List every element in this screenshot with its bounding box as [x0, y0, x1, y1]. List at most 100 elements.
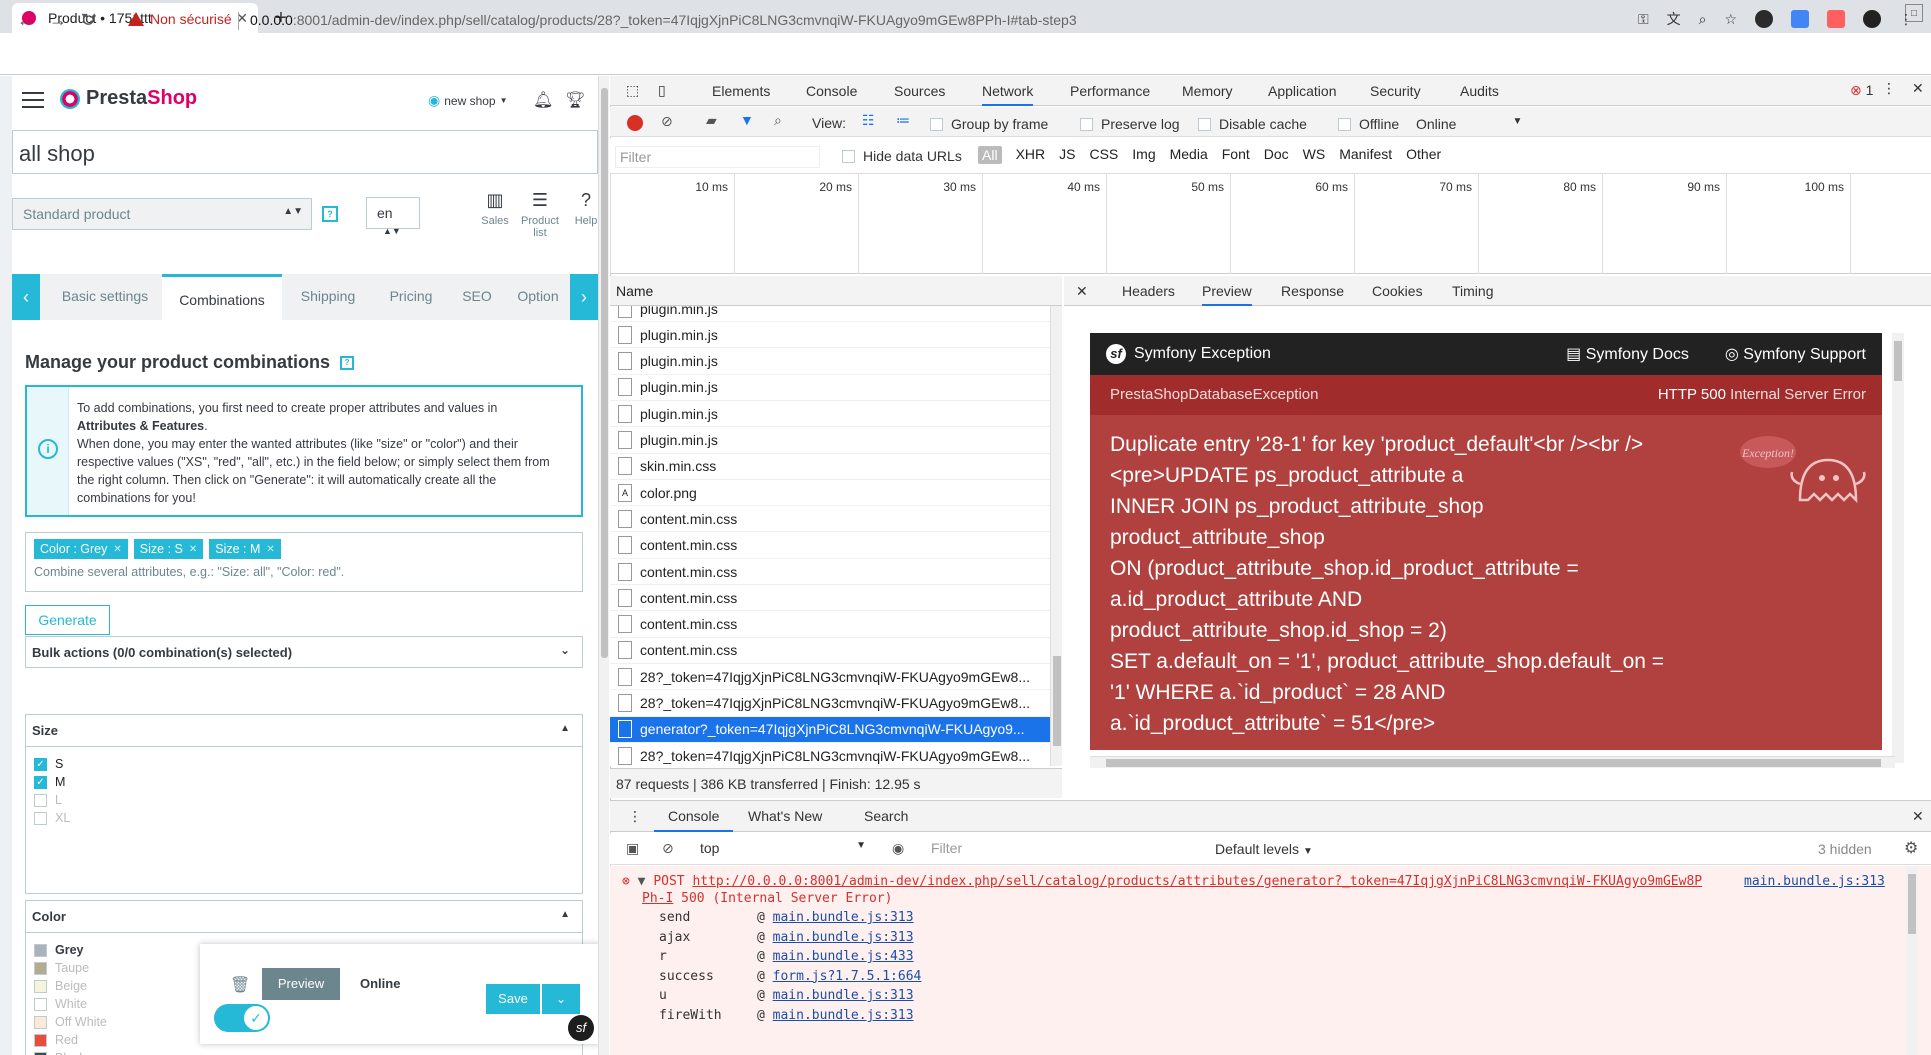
checkbox-checked[interactable]: ✓ [34, 775, 47, 789]
drawer-menu-icon[interactable]: ⋮ [628, 800, 642, 832]
detail-tab-timing[interactable]: Timing [1452, 276, 1494, 306]
request-row[interactable]: generator?_token=47IqjgXjnPiC8LNG3cmvnqi… [610, 716, 1050, 743]
symfony-docs-link[interactable]: ▤ Symfony Docs [1566, 344, 1689, 364]
devtools-menu-icon[interactable]: ⋮ [1882, 80, 1896, 97]
type-filter-css[interactable]: CSS [1089, 146, 1118, 164]
stack-frame-link[interactable]: main.bundle.js:313 [773, 1008, 914, 1023]
help-icon[interactable]: ? [322, 206, 338, 222]
address-bar[interactable]: 0.0.0.0:8001/admin-dev/index.php/sell/ca… [250, 12, 1077, 28]
name-column-header[interactable]: Name [610, 276, 1062, 306]
network-filter-input[interactable]: Filter [615, 146, 820, 168]
console-filter-input[interactable]: Filter [925, 838, 1195, 860]
type-filter-doc[interactable]: Doc [1264, 146, 1289, 164]
stack-frame-source[interactable]: @ main.bundle.js:313 [757, 930, 914, 945]
color-swatch[interactable] [34, 1015, 47, 1029]
symfony-support-link[interactable]: ◎ Symfony Support [1725, 344, 1866, 364]
detail-tab-preview[interactable]: Preview [1202, 276, 1252, 306]
tag-remove-icon[interactable]: ✕ [266, 544, 274, 555]
checkbox[interactable] [1080, 117, 1093, 131]
color-option[interactable]: Grey [34, 943, 84, 957]
zoom-icon[interactable]: ⌕ [1699, 11, 1707, 28]
product-type-select[interactable]: Standard product ▲▼ [12, 198, 312, 230]
left-scrollbar[interactable] [598, 76, 609, 1055]
error-source[interactable]: main.bundle.js:313 [1744, 874, 1885, 889]
help-icon[interactable]: ? [340, 355, 355, 370]
profile-avatar[interactable] [1863, 10, 1881, 28]
devtools-tab-application[interactable]: Application [1268, 76, 1337, 106]
tab-pricing[interactable]: Pricing [376, 274, 446, 320]
stack-frame-link[interactable]: main.bundle.js:433 [773, 949, 914, 964]
request-row[interactable]: content.min.css [610, 506, 1050, 533]
devtools-tab-console[interactable]: Console [806, 76, 857, 106]
color-option[interactable]: Taupe [34, 961, 89, 975]
close-devtools-icon[interactable]: ✕ [1912, 80, 1924, 97]
preview-button[interactable]: Preview [262, 968, 340, 1000]
inspect-element-icon[interactable]: ⬚ [626, 82, 639, 99]
stack-frame-source[interactable]: @ main.bundle.js:313 [757, 1008, 914, 1023]
tab-shipping[interactable]: Shipping [286, 274, 370, 320]
type-filter-font[interactable]: Font [1222, 146, 1250, 164]
filter-funnel-icon[interactable]: ▼ [740, 112, 754, 128]
request-row[interactable]: plugin.min.js [610, 428, 1050, 454]
drawer-tab-whats-new[interactable]: What's New [748, 800, 822, 832]
tabs-prev-chevron-icon[interactable]: ‹ [12, 274, 40, 320]
preview-scrollbar-horizontal[interactable] [1090, 756, 1895, 768]
tab-seo[interactable]: SEO [452, 274, 502, 320]
checkbox[interactable] [1198, 117, 1211, 131]
drawer-tab-console[interactable]: Console [654, 800, 734, 832]
type-filter-js[interactable]: JS [1059, 146, 1075, 164]
type-filter-other[interactable]: Other [1406, 146, 1441, 164]
trophy-icon[interactable]: 🏆︎ [565, 90, 585, 110]
stack-frame-source[interactable]: @ main.bundle.js:433 [757, 949, 914, 964]
request-row[interactable]: content.min.css [610, 533, 1050, 559]
tag-remove-icon[interactable]: ✕ [113, 544, 121, 555]
color-option[interactable]: Black [34, 1051, 86, 1055]
attribute-tag[interactable]: Size : S ✕ [133, 539, 204, 559]
language-select[interactable]: en ▲▼ [366, 197, 420, 236]
attribute-tag[interactable]: Color : Grey ✕ [34, 539, 128, 559]
console-scrollbar[interactable] [1906, 866, 1918, 1055]
reload-icon[interactable]: ↻ [76, 8, 100, 32]
checkbox[interactable] [930, 117, 943, 131]
clear-icon[interactable]: ⊘ [661, 113, 673, 130]
request-row[interactable]: content.min.css [610, 638, 1050, 664]
error-entry[interactable]: ⊗ ▼ POST http://0.0.0.0:8001/admin-dev/i… [622, 874, 1702, 889]
type-filter-xhr[interactable]: XHR [1016, 146, 1046, 164]
preview-scrollbar-vertical[interactable] [1892, 333, 1904, 763]
product-list-button[interactable]: ☰ Product list [515, 190, 565, 239]
type-filter-ws[interactable]: WS [1303, 146, 1326, 164]
checkbox[interactable] [842, 149, 855, 163]
color-option[interactable]: Red [34, 1033, 78, 1047]
request-row[interactable]: 28?_token=47IqjgXjnPiC8LNG3cmvnqiW-FKUAg… [610, 743, 1050, 766]
generate-button[interactable]: Generate [25, 605, 110, 635]
camera-icon[interactable]: ▰ [706, 112, 717, 129]
security-indicator[interactable]: Non sécurisé [128, 11, 232, 27]
checkbox[interactable] [34, 793, 47, 807]
symfony-toolbar-icon[interactable]: sf [568, 1015, 594, 1041]
type-filter-all[interactable]: All [978, 146, 1002, 164]
hide-data-urls-option[interactable]: Hide data URLs [842, 148, 962, 164]
size-option[interactable]: XL [34, 811, 70, 825]
waterfall-icon[interactable]: ≔ [896, 112, 910, 129]
request-list-scrollbar[interactable] [1050, 306, 1062, 766]
back-icon[interactable]: ← [14, 8, 38, 32]
devtools-tab-memory[interactable]: Memory [1182, 76, 1233, 106]
devtools-tab-sources[interactable]: Sources [894, 76, 945, 106]
devtools-tab-security[interactable]: Security [1370, 76, 1421, 106]
close-drawer-icon[interactable]: ✕ [1912, 800, 1924, 832]
detail-tab-headers[interactable]: Headers [1122, 276, 1175, 306]
request-row[interactable]: plugin.min.js [610, 349, 1050, 375]
request-row[interactable]: content.min.css [610, 559, 1050, 585]
large-rows-icon[interactable]: ☷ [862, 112, 875, 129]
error-url-link[interactable]: http://0.0.0.0:8001/admin-dev/index.php/… [692, 874, 1702, 889]
attributes-tokenfield[interactable]: Color : Grey ✕ Size : S ✕ Size : M ✕ Combin… [25, 532, 583, 592]
stack-frame-source[interactable]: @ main.bundle.js:313 [757, 988, 914, 1003]
extension-icon[interactable] [1791, 10, 1809, 28]
bulk-actions-dropdown[interactable]: Bulk actions (0/0 combination(s) selecte… [25, 636, 583, 668]
request-row[interactable]: content.min.css [610, 585, 1050, 612]
request-row[interactable]: 28?_token=47IqjgXjnPiC8LNG3cmvnqiW-FKUAg… [610, 691, 1050, 717]
attribute-tag[interactable]: Size : M ✕ [209, 539, 281, 559]
error-url-tail[interactable]: Ph-I [642, 891, 673, 906]
search-icon[interactable]: ⌕ [774, 112, 782, 129]
disable-cache-option[interactable]: Disable cache [1198, 116, 1307, 132]
